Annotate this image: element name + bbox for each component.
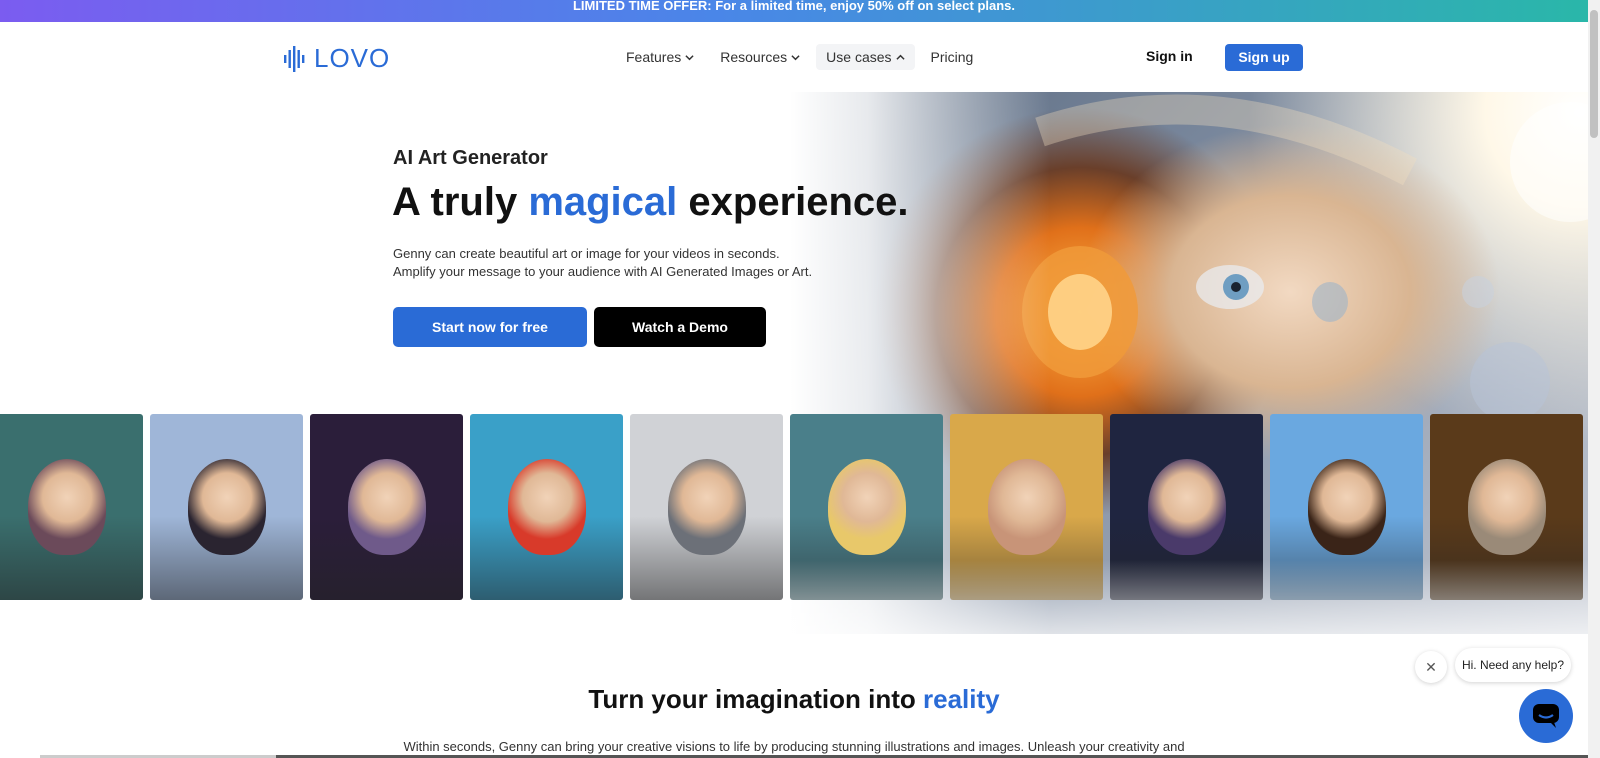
chevron-down-icon — [685, 54, 694, 60]
portrait-figure — [348, 459, 426, 555]
sign-in-link[interactable]: Sign in — [1146, 48, 1193, 64]
promo-text: LIMITED TIME OFFER: For a limited time, … — [572, 0, 1016, 13]
chat-greeting[interactable]: Hi. Need any help? — [1455, 648, 1571, 682]
start-free-button[interactable]: Start now for free — [393, 307, 587, 347]
sign-up-button[interactable]: Sign up — [1225, 44, 1303, 71]
close-icon: ✕ — [1425, 659, 1437, 675]
section-description: Within seconds, Genny can bring your cre… — [403, 739, 1185, 754]
menu-features-label: Features — [626, 49, 682, 65]
menu-resources[interactable]: Resources — [710, 44, 810, 70]
portrait-figure — [28, 459, 106, 555]
menu-use-cases[interactable]: Use cases — [816, 44, 915, 70]
chat-launcher-button[interactable] — [1519, 689, 1573, 743]
hero-title-accent: magical — [528, 180, 678, 224]
hero-eyebrow: AI Art Generator — [393, 147, 548, 169]
chat-close-button[interactable]: ✕ — [1415, 651, 1447, 683]
portrait-figure — [988, 459, 1066, 555]
menu-pricing[interactable]: Pricing — [921, 44, 984, 70]
hero-bottom-fade — [790, 560, 1588, 634]
portrait-figure — [1468, 459, 1546, 555]
logo-text: LOVO — [314, 43, 391, 73]
section-title: Turn your imagination into reality — [0, 684, 1588, 715]
menu-pricing-label: Pricing — [930, 49, 974, 65]
portrait-figure — [508, 459, 586, 555]
chat-icon — [1533, 704, 1559, 728]
watch-demo-button[interactable]: Watch a Demo — [594, 307, 766, 347]
gallery-image-anime-girl-sea — [150, 414, 303, 600]
chevron-down-icon — [791, 54, 800, 60]
waveform-icon — [284, 45, 305, 72]
gallery-image-red-hair-mermaid — [470, 414, 623, 600]
section-title-accent: reality — [923, 684, 1000, 714]
promo-banner[interactable]: LIMITED TIME OFFER: For a limited time, … — [0, 0, 1588, 22]
hero-title-pre: A truly — [392, 180, 529, 224]
hero-description: Genny can create beautiful art or image … — [393, 245, 812, 281]
hero-title-post: experience. — [677, 180, 909, 224]
portrait-figure — [668, 459, 746, 555]
page-scrollbar[interactable] — [1588, 0, 1600, 758]
logo[interactable]: LOVO — [284, 43, 390, 74]
main-menu: Features Resources Use cases Pricing — [616, 44, 983, 70]
gallery-image-purple-hair-girl — [310, 414, 463, 600]
portrait-figure — [1308, 459, 1386, 555]
hero-desc-line2: Amplify your message to your audience wi… — [393, 264, 813, 279]
menu-resources-label: Resources — [720, 49, 788, 65]
gallery-image-silver-robot — [630, 414, 783, 600]
menu-features[interactable]: Features — [616, 44, 704, 70]
chevron-up-icon — [895, 54, 905, 60]
top-nav: LOVO Features Resources Use cases Pricin… — [0, 22, 1588, 92]
hero-desc-line1: Genny can create beautiful art or image … — [393, 246, 780, 261]
scrollbar-thumb[interactable] — [1590, 10, 1598, 138]
hero-title: A truly magical experience. — [392, 180, 909, 225]
menu-use-cases-label: Use cases — [826, 49, 892, 65]
portrait-figure — [188, 459, 266, 555]
gallery-image-cyberpunk-warrior — [0, 414, 143, 600]
section-title-pre: Turn your imagination into — [588, 684, 923, 714]
portrait-figure — [828, 459, 906, 555]
portrait-figure — [1148, 459, 1226, 555]
